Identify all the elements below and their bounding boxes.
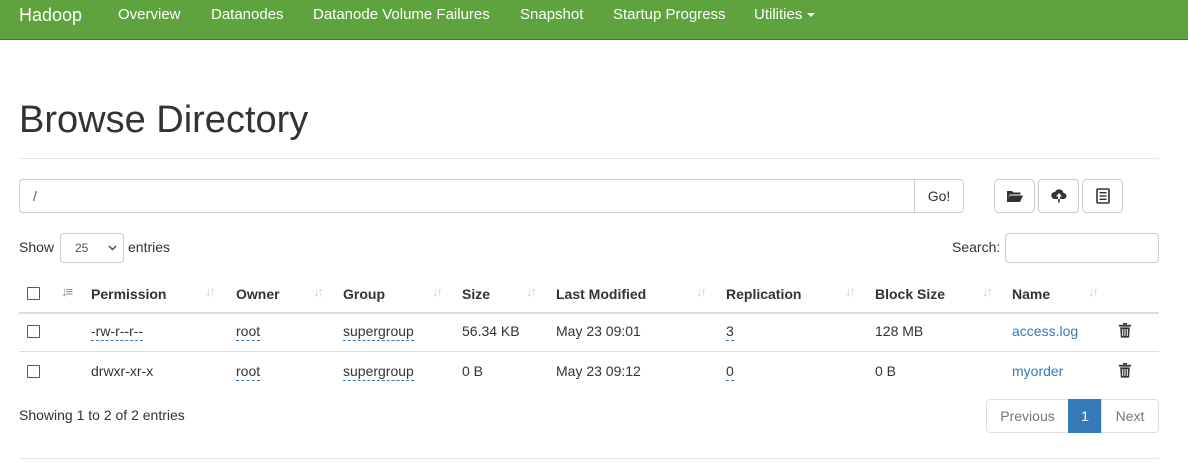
sort-icon[interactable]: ↓↑ <box>313 284 324 300</box>
sort-icon[interactable]: ↓↑ <box>1088 284 1099 300</box>
column-header-name[interactable]: Name <box>1012 285 1050 303</box>
sort-icon[interactable]: ↓↑ <box>205 284 216 300</box>
sort-icon[interactable]: ↓↑ <box>845 284 856 300</box>
last-modified-cell: May 23 09:01 <box>556 323 641 339</box>
entries-per-page-select[interactable]: 25 <box>60 233 124 263</box>
size-cell: 56.34 KB <box>462 323 520 339</box>
owner-cell[interactable]: root <box>236 322 261 341</box>
nav-overview[interactable]: Overview <box>118 6 181 24</box>
trash-icon[interactable] <box>1119 363 1131 378</box>
table-info: Showing 1 to 2 of 2 entries <box>19 407 185 423</box>
group-cell[interactable]: supergroup <box>343 322 414 341</box>
owner-cell[interactable]: root <box>236 362 261 381</box>
nav-utilities-dropdown[interactable]: Utilities <box>754 6 816 24</box>
select-all-checkbox[interactable] <box>27 287 40 300</box>
cloud-upload-icon <box>1050 189 1066 203</box>
pagination-next-button[interactable]: Next <box>1101 399 1159 433</box>
sort-descending-icon[interactable]: ↓≡ <box>61 284 73 300</box>
replication-cell[interactable]: 0 <box>726 362 734 381</box>
column-header-block-size[interactable]: Block Size <box>875 285 945 303</box>
column-header-replication[interactable]: Replication <box>726 285 801 303</box>
row-divider <box>19 351 1159 352</box>
cut-paste-button[interactable] <box>1082 179 1123 213</box>
column-header-last-modified[interactable]: Last Modified <box>556 285 646 303</box>
directory-name-link[interactable]: myorder <box>1012 362 1063 380</box>
group-cell[interactable]: supergroup <box>343 362 414 381</box>
block-size-cell: 0 B <box>875 363 897 379</box>
footer-divider <box>19 458 1159 459</box>
nav-snapshot[interactable]: Snapshot <box>520 6 583 24</box>
column-header-size[interactable]: Size <box>462 285 490 303</box>
column-header-group[interactable]: Group <box>343 285 385 303</box>
nav-datanode-volume-failures[interactable]: Datanode Volume Failures <box>313 6 490 24</box>
caret-down-icon <box>807 13 816 18</box>
permission-cell: drwxr-xr-x <box>91 363 154 379</box>
nav-utilities-label: Utilities <box>754 6 803 23</box>
block-size-cell: 128 MB <box>875 323 924 339</box>
replication-cell[interactable]: 3 <box>726 322 734 341</box>
brand-logo[interactable]: Hadoop <box>19 5 82 25</box>
file-name-link[interactable]: access.log <box>1012 322 1078 340</box>
header-divider <box>19 158 1159 159</box>
sort-icon[interactable]: ↓↑ <box>982 284 993 300</box>
list-alt-icon <box>1095 188 1110 204</box>
table-header-divider <box>19 312 1159 314</box>
show-label: Show <box>19 239 55 255</box>
column-header-permission[interactable]: Permission <box>91 285 166 303</box>
permission-cell[interactable]: -rw-r--r-- <box>91 322 144 341</box>
sort-icon[interactable]: ↓↑ <box>432 284 443 300</box>
row-checkbox[interactable] <box>27 365 40 378</box>
nav-startup-progress[interactable]: Startup Progress <box>613 6 726 24</box>
sort-icon[interactable]: ↓↑ <box>696 284 707 300</box>
row-checkbox[interactable] <box>27 325 40 338</box>
entries-per-page-value: 25 <box>75 241 89 255</box>
chevron-down-icon <box>108 245 117 251</box>
upload-files-button[interactable] <box>1038 179 1079 213</box>
trash-icon[interactable] <box>1119 323 1131 338</box>
search-label: Search: <box>952 239 1001 255</box>
pagination-page-1-button[interactable]: 1 <box>1068 399 1102 433</box>
nav-datanodes[interactable]: Datanodes <box>211 6 284 24</box>
go-button[interactable]: Go! <box>914 179 964 213</box>
column-header-owner[interactable]: Owner <box>236 285 280 303</box>
sort-icon[interactable]: ↓↑ <box>526 284 537 300</box>
navbar: Hadoop Overview Datanodes Datanode Volum… <box>0 0 1188 40</box>
pagination-previous-button[interactable]: Previous <box>986 399 1069 433</box>
folder-open-icon <box>1006 191 1023 202</box>
page-title: Browse Directory <box>19 99 309 141</box>
size-cell: 0 B <box>462 363 484 379</box>
directory-path-input[interactable]: / <box>19 179 915 213</box>
last-modified-cell: May 23 09:12 <box>556 363 641 379</box>
create-directory-button[interactable] <box>994 179 1035 213</box>
entries-label: entries <box>128 239 171 255</box>
search-input[interactable] <box>1005 233 1159 263</box>
